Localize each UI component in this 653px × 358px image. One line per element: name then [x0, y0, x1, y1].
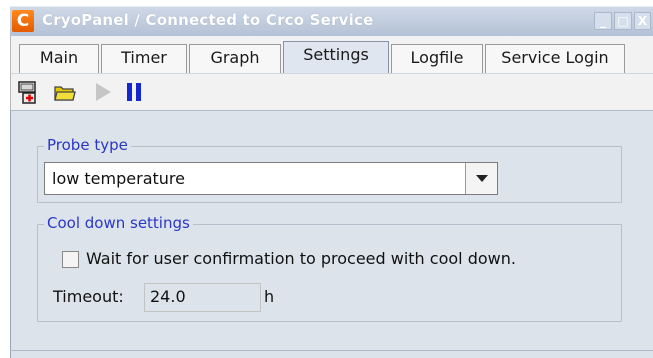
- app-icon: C: [12, 10, 34, 32]
- probe-type-select[interactable]: low temperature: [44, 162, 498, 195]
- tab-graph[interactable]: Graph: [189, 44, 281, 73]
- tab-timer[interactable]: Timer: [101, 44, 187, 73]
- probe-type-value: low temperature: [52, 169, 185, 188]
- play-button[interactable]: [89, 78, 117, 106]
- cool-down-group: Cool down settings: [37, 214, 622, 322]
- window-title: CryoPanel / Connected to Crco Service: [42, 11, 374, 29]
- pause-button[interactable]: [121, 78, 149, 106]
- wait-confirmation-label[interactable]: Wait for user confirmation to proceed wi…: [86, 249, 516, 268]
- exit-button[interactable]: [15, 78, 43, 106]
- title-bar[interactable]: C CryoPanel / Connected to Crco Service …: [10, 6, 653, 36]
- folder-icon: [54, 86, 76, 101]
- timeout-input[interactable]: 24.0: [144, 283, 261, 312]
- tab-settings[interactable]: Settings: [283, 41, 389, 74]
- timeout-unit: h: [264, 287, 275, 306]
- panel-divider: [10, 350, 653, 351]
- pause-icon: [127, 83, 141, 101]
- maximize-button[interactable]: □: [614, 12, 632, 30]
- cool-down-title: Cool down settings: [44, 214, 193, 232]
- exit-icon: [18, 81, 36, 104]
- tab-main[interactable]: Main: [19, 44, 99, 73]
- tab-service-login[interactable]: Service Login: [485, 44, 625, 73]
- minimize-button[interactable]: _: [594, 12, 612, 30]
- chevron-down-icon: [476, 175, 488, 182]
- tab-bar: Main Timer Graph Settings Logfile Servic…: [10, 36, 653, 74]
- timeout-label: Timeout:: [53, 287, 124, 306]
- tab-logfile[interactable]: Logfile: [391, 44, 483, 73]
- cryopanel-window: C CryoPanel / Connected to Crco Service …: [0, 0, 653, 358]
- play-icon: [96, 83, 111, 101]
- close-button[interactable]: X: [634, 12, 651, 30]
- dropdown-button[interactable]: [465, 163, 497, 194]
- wait-confirmation-checkbox[interactable]: [62, 251, 79, 268]
- probe-type-title: Probe type: [44, 136, 131, 154]
- toolbar: [10, 73, 653, 110]
- open-folder-button[interactable]: [51, 78, 79, 106]
